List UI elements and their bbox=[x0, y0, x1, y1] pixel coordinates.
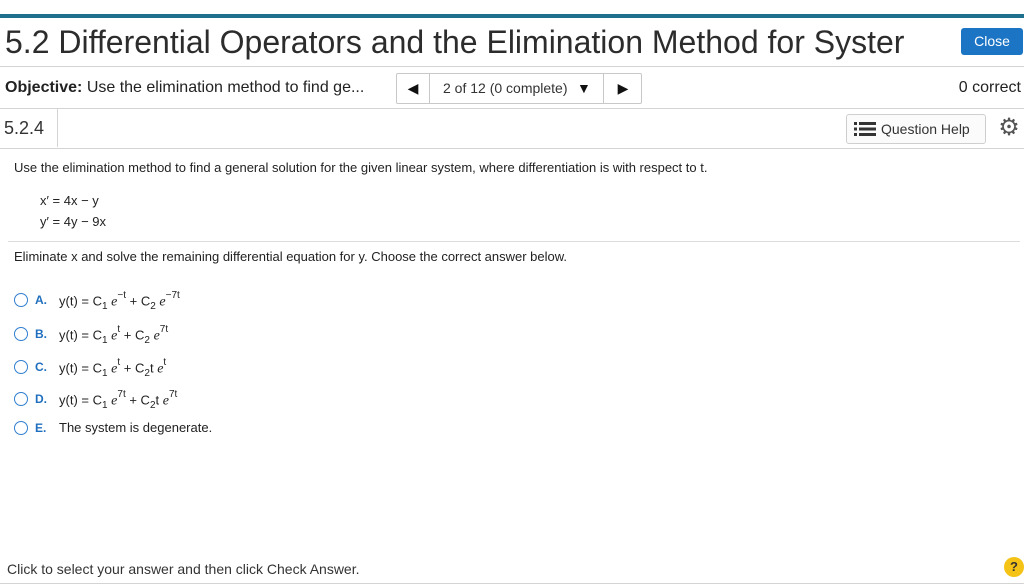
question-number-box: 5.2.4 bbox=[0, 109, 58, 147]
question-navigator: ◀ 2 of 12 (0 complete) ▼ ▶ bbox=[396, 73, 642, 104]
option-d-text: y(t) = C1 e7t + C2t e7t bbox=[59, 389, 178, 411]
problem-statement: Use the elimination method to find a gen… bbox=[14, 160, 708, 175]
option-c-text: y(t) = C1 et + C2t et bbox=[59, 357, 167, 379]
question-number: 5.2.4 bbox=[4, 118, 45, 138]
close-button[interactable]: Close bbox=[961, 28, 1023, 55]
option-e-radio[interactable] bbox=[14, 421, 28, 435]
question-header: 5.2.4 Question Help ⚙ bbox=[0, 109, 1024, 149]
option-c-radio[interactable] bbox=[14, 360, 28, 374]
dropdown-arrow-icon[interactable]: ▼ bbox=[577, 80, 591, 96]
page-title: 5.2 Differential Operators and the Elimi… bbox=[5, 24, 905, 60]
option-d[interactable]: D. y(t) = C1 e7t + C2t e7t bbox=[14, 389, 614, 411]
objective-text[interactable]: Use the elimination method to find ge... bbox=[87, 79, 365, 96]
objective-bar: Objective: Use the elimination method to… bbox=[0, 67, 1024, 109]
footer-divider bbox=[0, 583, 1024, 584]
option-e-text: The system is degenerate. bbox=[59, 420, 213, 435]
title-bar: 5.2 Differential Operators and the Elimi… bbox=[0, 18, 1024, 67]
option-a-text: y(t) = C1 e−t + C2 e−7t bbox=[59, 290, 180, 312]
option-c-letter: C. bbox=[35, 360, 47, 374]
score-display: 0 correct bbox=[958, 79, 1021, 96]
question-help-button[interactable]: Question Help bbox=[846, 114, 986, 144]
list-icon bbox=[854, 122, 876, 136]
objective-label: Objective: bbox=[5, 79, 83, 96]
option-a[interactable]: A. y(t) = C1 e−t + C2 e−7t bbox=[14, 290, 614, 312]
divider bbox=[8, 241, 1020, 242]
option-e[interactable]: E. The system is degenerate. bbox=[14, 418, 614, 440]
objective: Objective: Use the elimination method to… bbox=[5, 79, 364, 97]
footer-instruction: Click to select your answer and then cli… bbox=[7, 561, 360, 577]
option-d-radio[interactable] bbox=[14, 392, 28, 406]
option-d-letter: D. bbox=[35, 392, 47, 406]
option-b[interactable]: B. y(t) = C1 et + C2 e7t bbox=[14, 324, 614, 346]
option-a-letter: A. bbox=[35, 293, 47, 307]
gear-icon[interactable]: ⚙ bbox=[996, 114, 1022, 142]
equation-1: x′ = 4x − y bbox=[40, 193, 99, 208]
sub-question: Eliminate x and solve the remaining diff… bbox=[14, 249, 568, 264]
option-c[interactable]: C. y(t) = C1 et + C2t et bbox=[14, 357, 614, 379]
question-help-label: Question Help bbox=[881, 121, 970, 137]
question-progress[interactable]: 2 of 12 (0 complete) bbox=[443, 80, 568, 96]
help-icon[interactable]: ? bbox=[1004, 557, 1024, 577]
option-b-radio[interactable] bbox=[14, 327, 28, 341]
option-b-text: y(t) = C1 et + C2 e7t bbox=[59, 324, 169, 346]
equation-2: y′ = 4y − 9x bbox=[40, 214, 107, 229]
option-a-radio[interactable] bbox=[14, 293, 28, 307]
option-b-letter: B. bbox=[35, 327, 47, 341]
next-question-button[interactable]: ▶ bbox=[603, 74, 642, 103]
previous-question-button[interactable]: ◀ bbox=[397, 74, 430, 103]
option-e-letter: E. bbox=[35, 421, 47, 435]
